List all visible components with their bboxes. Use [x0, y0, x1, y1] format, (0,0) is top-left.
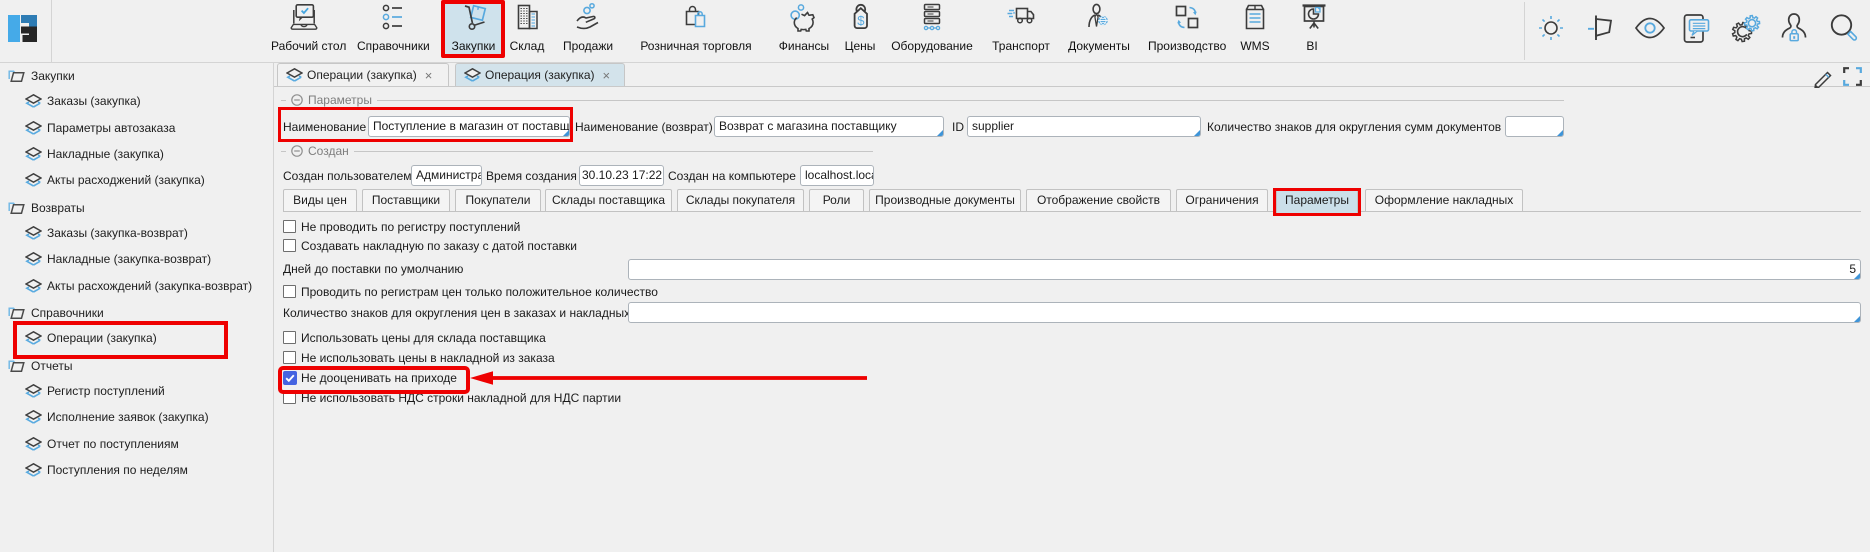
svg-text:$: $ — [857, 13, 865, 28]
